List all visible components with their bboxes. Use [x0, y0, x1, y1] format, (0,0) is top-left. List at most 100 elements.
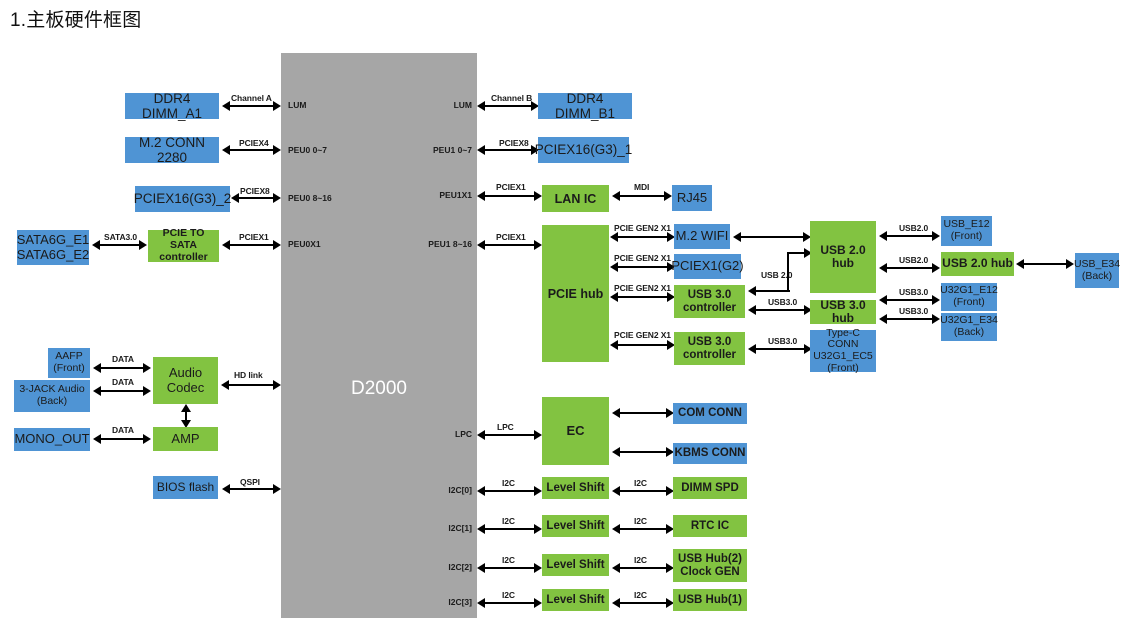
block-aafp-front: AAFP (Front)	[48, 348, 90, 378]
block-mono-out: MONO_OUT	[14, 428, 90, 451]
arrow-usb20-hub2-to-usb-e34	[1016, 259, 1074, 269]
block-level-shift-1: Level Shift	[542, 515, 609, 537]
soc-pin-lum-right: LUM	[453, 100, 472, 110]
block-pciex1-g2: PCIEX1(G2)	[671, 254, 744, 279]
block-usb-e34-label: USB_E34 (Back)	[1073, 257, 1121, 282]
block-usb20-hub-2: USB 2.0 hub	[941, 252, 1014, 276]
arrow-mono-to-amp	[93, 434, 151, 444]
soc-label: D2000	[351, 378, 407, 399]
arrow-codec-to-amp	[181, 404, 191, 428]
block-kbms-conn: KBMS CONN	[673, 443, 747, 464]
block-level-shift-0: Level Shift	[542, 477, 609, 499]
block-usb-e12-front: USB_E12 (Front)	[941, 216, 992, 246]
arrow-sata-to-controller	[92, 240, 147, 250]
block-3jack-audio-back: 3-JACK Audio (Back)	[14, 380, 90, 412]
arrow-pciex16-2-to-soc	[231, 193, 281, 203]
block-ec: EC	[542, 397, 609, 465]
block-u32g1-e12-label: U32G1_E12 (Front)	[940, 284, 998, 308]
arrow-pcie-hub-to-usb30-ctrl2	[610, 340, 675, 350]
block-pcie-to-sata-label: PCIE TO SATA controller	[159, 227, 208, 263]
arrow-pcie-hub-to-usb30-ctrl1	[610, 292, 675, 302]
arrow-ec-to-com-conn	[612, 408, 674, 418]
arrow-usb30-ctrl1-to-hub	[748, 305, 812, 315]
arrow-usb30-hub-to-u32g1-e12	[879, 295, 940, 305]
block-level-shift-2: Level Shift	[542, 554, 609, 576]
block-aafp-label: AAFP (Front)	[53, 350, 85, 374]
block-usb30-ctrl1-label: USB 3.0 controller	[682, 288, 737, 314]
block-audio-codec-label: Audio Codec	[166, 364, 205, 395]
block-pcie-to-sata-controller: PCIE TO SATA controller	[148, 227, 219, 263]
soc-pin-i2c1: I2C[1]	[448, 523, 472, 533]
elbow-usb20-horizontal	[758, 290, 790, 293]
arrow-level-shift-1-to-rtc-ic	[612, 524, 674, 534]
block-m2-conn-2280: M.2 CONN 2280	[125, 135, 219, 165]
arrow-m2-wifi-to-usb20-hub	[733, 232, 811, 242]
block-typec-label: Type-C CONN U32G1_EC5 (Front)	[813, 326, 873, 374]
arrow-usb30-ctrl2-to-typec	[748, 344, 812, 354]
arrow-soc-to-level-shift-0	[477, 486, 542, 496]
block-usb20-hub-1: USB 2.0 hub	[810, 221, 876, 293]
block-3jack-label: 3-JACK Audio (Back)	[19, 383, 85, 407]
arrow-soc-to-ec	[477, 430, 542, 440]
block-usb30-controller-1: USB 3.0 controller	[674, 285, 745, 318]
soc-pin-i2c0: I2C[0]	[448, 485, 472, 495]
soc-pin-lpc: LPC	[455, 429, 472, 439]
soc-pin-i2c2: I2C[2]	[448, 562, 472, 572]
block-bios-flash: BIOS flash	[153, 476, 218, 499]
soc-pin-peu1-0-7: PEU1 0~7	[433, 145, 472, 155]
arrow-usb20-elbow-head-left	[748, 286, 760, 296]
block-u32g1-e34-back: U32G1_E34 (Back)	[940, 313, 998, 341]
block-amp: AMP	[153, 427, 218, 451]
arrow-m2-conn-to-soc	[222, 145, 281, 155]
block-usb-hub2-label: USB Hub(2) Clock GEN	[678, 552, 742, 578]
block-usb-hub1: USB Hub(1)	[673, 589, 747, 611]
block-usb30-hub: USB 3.0 hub	[810, 298, 876, 325]
block-usb-e34-back: USB_E34 (Back)	[1073, 253, 1121, 288]
arrow-pcie-hub-to-pciex1-g2	[610, 262, 675, 272]
arrow-level-shift-2-to-usb-hub2	[612, 563, 674, 573]
arrow-usb30-hub-to-u32g1-e34	[879, 314, 940, 324]
block-lan-ic: LAN IC	[542, 185, 609, 212]
arrow-bios-to-soc	[222, 484, 281, 494]
arrow-soc-to-level-shift-2	[477, 563, 542, 573]
arrow-soc-to-ddr4-b1	[477, 101, 539, 111]
arrow-codec-to-soc	[221, 380, 281, 390]
block-usb-e12-label: USB_E12 (Front)	[943, 218, 990, 242]
block-pciex16-g3-1: PCIEX16(G3)_1	[535, 137, 632, 163]
block-audio-codec: Audio Codec	[153, 357, 218, 404]
arrow-ec-to-kbms-conn	[612, 447, 674, 457]
block-ddr4-dimm-a1: DDR4 DIMM_A1	[125, 91, 219, 121]
soc-pin-peu0-8-16: PEU0 8~16	[288, 193, 332, 203]
block-usb-hub2-clock-gen: USB Hub(2) Clock GEN	[673, 549, 747, 582]
soc-pin-i2c3: I2C[3]	[448, 597, 472, 607]
block-typec-conn: Type-C CONN U32G1_EC5 (Front)	[810, 326, 876, 374]
arrow-soc-to-lan-ic	[477, 191, 542, 201]
block-level-shift-3: Level Shift	[542, 589, 609, 611]
arrow-usb20-hub1-to-usb-e12	[879, 231, 940, 241]
arrow-pcie-hub-to-m2-wifi	[610, 232, 675, 242]
soc-pin-peu0-0-7: PEU0 0~7	[288, 145, 327, 155]
link-label-pcie-gen2x1-usb2: PCIE GEN2 X1	[614, 330, 671, 340]
block-rtc-ic: RTC IC	[673, 515, 747, 537]
block-pcie-hub: PCIE hub	[542, 225, 609, 362]
diagram-canvas: 1.主板硬件框图 D2000 LUM PEU0 0~7 PEU0 8~16 PE…	[0, 0, 1136, 632]
arrow-soc-to-pcie-hub	[477, 240, 542, 250]
arrow-usb20-hub1-to-hub2	[879, 263, 940, 273]
block-sata6g-label: SATA6G_E1 SATA6G_E2	[16, 231, 90, 262]
soc-pin-lum-left: LUM	[288, 100, 307, 110]
block-rj45: RJ45	[672, 185, 712, 211]
arrow-sata-controller-to-soc	[222, 240, 281, 250]
link-label-hd-link: HD link	[234, 370, 263, 380]
arrow-ddr4-a1-to-soc	[222, 101, 281, 111]
block-m2-wifi: M.2 WIFI	[674, 224, 730, 249]
page-title: 1.主板硬件框图	[10, 10, 142, 31]
arrow-lan-ic-to-rj45	[612, 191, 672, 201]
soc-pin-peu1x1: PEU1X1	[439, 190, 472, 200]
arrow-3jack-to-codec	[93, 386, 151, 396]
block-com-conn: COM CONN	[673, 403, 747, 424]
block-dimm-spd: DIMM SPD	[673, 477, 747, 499]
arrow-soc-to-level-shift-1	[477, 524, 542, 534]
block-u32g1-e34-label: U32G1_E34 (Back)	[940, 314, 998, 338]
block-sata6g-ports: SATA6G_E1 SATA6G_E2	[17, 230, 89, 265]
arrow-soc-to-level-shift-3	[477, 598, 542, 608]
